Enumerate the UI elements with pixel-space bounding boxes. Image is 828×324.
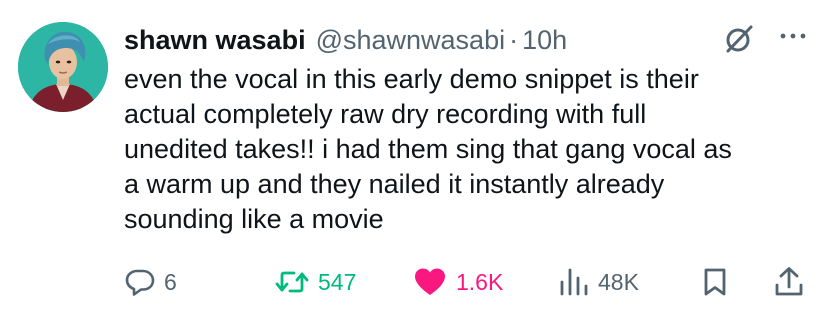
user-handle[interactable]: @shawnwasabi [316, 25, 506, 56]
grok-icon[interactable] [722, 22, 756, 56]
share-icon [775, 267, 803, 296]
views-icon [560, 268, 588, 296]
retweet-button[interactable]: 547 [274, 262, 356, 302]
bookmark-button[interactable] [700, 262, 730, 302]
like-button[interactable]: 1.6K [412, 262, 503, 302]
reply-count: 6 [164, 268, 177, 295]
tweet-text-line: unedited takes!! i had them sing that ga… [124, 134, 732, 164]
tweet-header: shawn wasabi @shawnwasabi · 10h [124, 22, 567, 58]
timestamp[interactable]: 10h [522, 25, 567, 56]
avatar-photo-icon [18, 22, 108, 112]
reply-icon [125, 269, 155, 296]
tweet-text-line: actual completely raw dry recording with… [124, 99, 647, 129]
tweet-text-line: even the vocal in this early demo snippe… [124, 64, 699, 94]
tweet-card[interactable]: shawn wasabi @shawnwasabi · 10h even the… [0, 0, 828, 324]
tweet-text: even the vocal in this early demo snippe… [124, 62, 794, 237]
retweet-count: 547 [318, 268, 357, 295]
avatar[interactable] [18, 22, 108, 112]
display-name[interactable]: shawn wasabi [124, 25, 306, 56]
more-icon[interactable] [776, 24, 810, 52]
bookmark-icon [704, 268, 726, 296]
action-bar: 6 547 1.6K 48K [0, 262, 828, 302]
reply-button[interactable]: 6 [124, 262, 177, 302]
views-count: 48K [598, 268, 639, 295]
views-button[interactable]: 48K [558, 262, 639, 302]
share-button[interactable] [772, 262, 806, 302]
tweet-text-line: a warm up and they nailed it instantly a… [124, 169, 665, 199]
separator-dot: · [509, 24, 519, 55]
heart-icon [415, 268, 445, 295]
like-count: 1.6K [456, 268, 504, 295]
tweet-text-line: sounding like a movie [124, 204, 384, 234]
retweet-icon [275, 271, 309, 293]
